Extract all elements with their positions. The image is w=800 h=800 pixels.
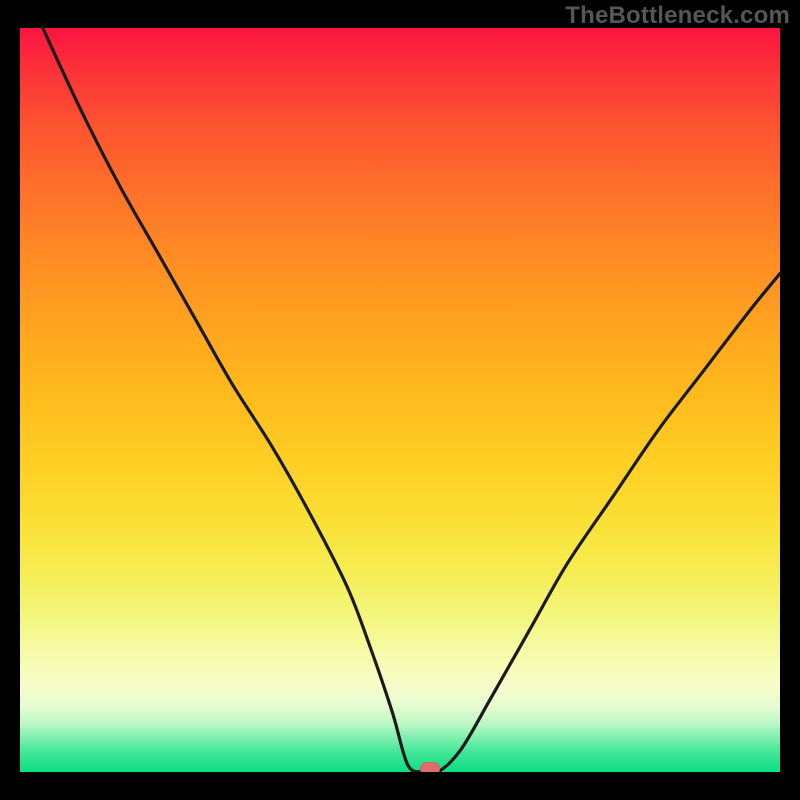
bottleneck-curve bbox=[20, 28, 780, 772]
plot-area bbox=[20, 28, 780, 772]
bottom-border bbox=[0, 772, 800, 800]
watermark-text: TheBottleneck.com bbox=[565, 2, 790, 30]
chart-frame: TheBottleneck.com bbox=[0, 0, 800, 800]
